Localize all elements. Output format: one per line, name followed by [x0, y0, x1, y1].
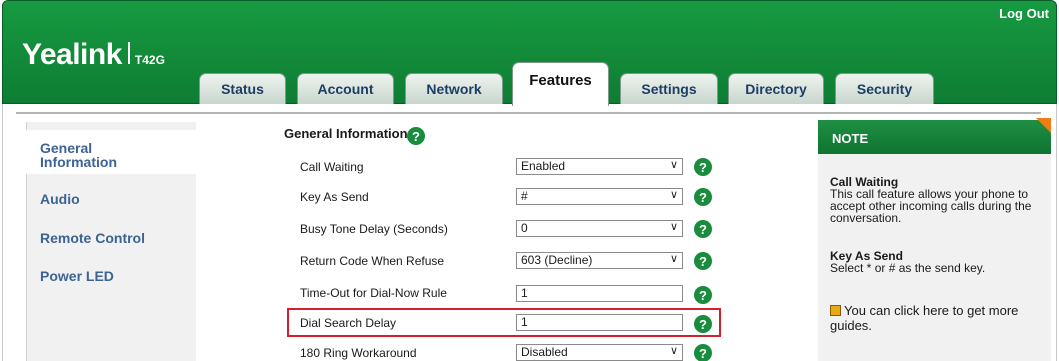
select-value: Enabled [521, 159, 566, 173]
sidebar-item-general-information[interactable]: General Information [26, 130, 196, 174]
help-icon[interactable]: ? [694, 252, 712, 270]
sidebar-item-label: General Information [40, 140, 117, 170]
help-icon[interactable]: ? [694, 188, 712, 206]
chevron-down-icon: ∨ [669, 189, 678, 201]
help-icon[interactable]: ? [407, 127, 425, 145]
guide-text: You can click here to get more guides. [830, 303, 1019, 333]
tab-directory[interactable]: Directory [728, 73, 824, 104]
chevron-down-icon: ∨ [669, 345, 678, 357]
busy-tone-delay-select[interactable]: 0 ∨ [516, 220, 683, 237]
sidebar-item-audio[interactable]: Audio [40, 192, 80, 206]
tab-account[interactable]: Account [297, 73, 394, 104]
row-label-time-out-dial-now: Time-Out for Dial-Now Rule [300, 286, 447, 300]
tab-settings[interactable]: Settings [620, 73, 718, 104]
ring-workaround-select[interactable]: Disabled ∨ [516, 344, 683, 361]
chevron-down-icon: ∨ [669, 253, 678, 265]
note-title: NOTE [818, 120, 1051, 154]
note-item-key-as-send: Key As Send Select * or # as the send ke… [830, 250, 1040, 274]
sidebar-item-remote-control[interactable]: Remote Control [40, 231, 145, 245]
help-icon[interactable]: ? [694, 286, 712, 304]
row-label-return-code: Return Code When Refuse [300, 254, 445, 268]
lightbulb-icon [830, 305, 841, 316]
tab-network[interactable]: Network [405, 73, 503, 104]
note-body: Select * or # as the send key. [830, 261, 986, 275]
time-out-dial-now-input[interactable]: 1 [516, 285, 683, 302]
highlight-box [287, 308, 721, 337]
call-waiting-select[interactable]: Enabled ∨ [516, 158, 683, 175]
row-label-call-waiting: Call Waiting [300, 160, 364, 174]
row-label-busy-tone-delay: Busy Tone Delay (Seconds) [300, 222, 448, 236]
help-icon[interactable]: ? [694, 220, 712, 238]
select-value: # [521, 189, 528, 203]
chevron-down-icon: ∨ [669, 221, 678, 233]
note-item-call-waiting: Call Waiting This call feature allows yo… [830, 176, 1040, 224]
select-value: Disabled [521, 345, 568, 359]
note-corner-flag [1036, 118, 1051, 133]
content-divider [16, 112, 1041, 114]
row-label-180-ring-workaround: 180 Ring Workaround [300, 346, 417, 360]
tab-features[interactable]: Features [512, 62, 609, 106]
section-title: General Information [284, 126, 408, 141]
row-label-key-as-send: Key As Send [300, 190, 369, 204]
tab-status[interactable]: Status [199, 73, 286, 104]
chevron-down-icon: ∨ [669, 159, 678, 171]
select-value: 603 (Decline) [521, 253, 593, 267]
sidebar-item-power-led[interactable]: Power LED [40, 269, 114, 283]
note-body: This call feature allows your phone to a… [830, 187, 1032, 225]
help-icon[interactable]: ? [694, 344, 712, 361]
guide-link[interactable]: You can click here to get more guides. [830, 303, 1040, 333]
key-as-send-select[interactable]: # ∨ [516, 188, 683, 205]
return-code-select[interactable]: 603 (Decline) ∨ [516, 252, 683, 269]
select-value: 0 [521, 221, 528, 235]
help-icon[interactable]: ? [694, 158, 712, 176]
tab-security[interactable]: Security [835, 73, 934, 104]
main-tabs: Status Account Network Features Settings… [0, 0, 1059, 110]
